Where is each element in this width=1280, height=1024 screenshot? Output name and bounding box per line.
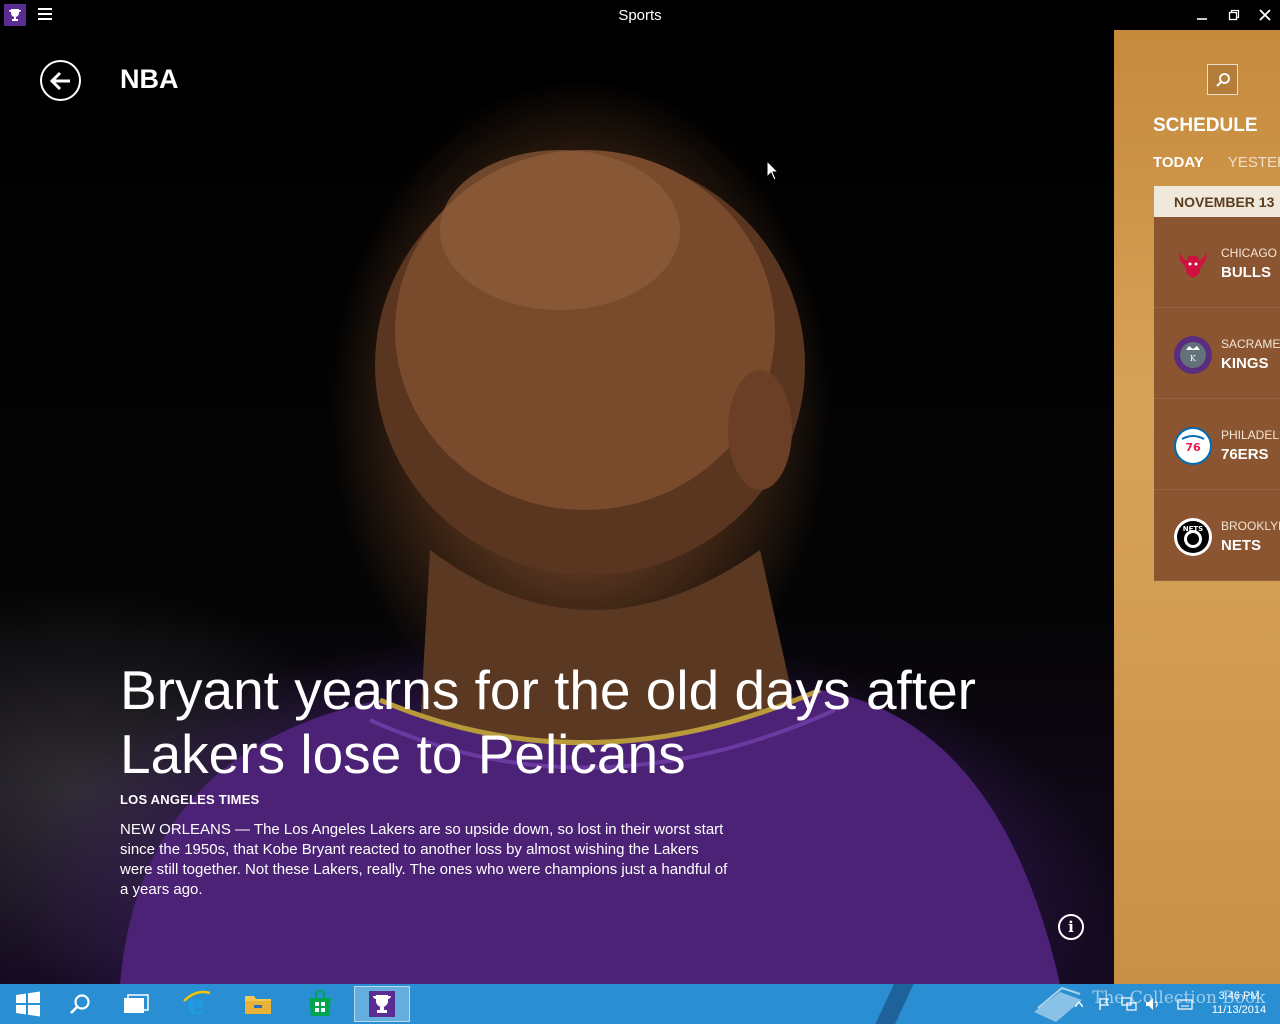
mouse-cursor-icon [766, 160, 780, 181]
kings-logo-icon: K [1174, 336, 1212, 374]
schedule-title: SCHEDULE [1153, 115, 1258, 136]
title-bar: Sports [0, 0, 1280, 30]
article-summary: NEW ORLEANS — The Los Angeles Lakers are… [120, 821, 728, 898]
arrow-left-icon [49, 71, 70, 90]
sports-app-icon [369, 991, 395, 1017]
book-icon [1034, 986, 1082, 1022]
hero-article[interactable]: NBA Bryant yearns for the old days after… [0, 30, 1114, 984]
task-view-button[interactable] [108, 986, 164, 1022]
sports-app-button[interactable] [354, 986, 410, 1022]
start-icon [16, 991, 40, 1017]
clock-time: 3:46 PM [1218, 990, 1260, 1002]
minimize-button[interactable] [1186, 0, 1218, 30]
76ers-logo-icon: 76 [1174, 427, 1212, 465]
hamburger-menu-icon[interactable] [38, 8, 52, 22]
search-icon [70, 994, 90, 1014]
schedule-tabs: TODAY YESTERDAY [1153, 154, 1280, 171]
games-list: CHICAGO BULLS K SACRAMENTO KINGS 76 PHIL… [1154, 217, 1280, 581]
section-title: NBA [120, 64, 179, 94]
tab-today[interactable]: TODAY [1153, 154, 1204, 171]
game-card[interactable]: K SACRAMENTO KINGS [1154, 308, 1280, 399]
svg-text:76: 76 [1185, 441, 1201, 454]
internet-explorer-button[interactable]: e [168, 986, 224, 1022]
system-clock[interactable]: 3:46 PM 11/13/2014 [1204, 989, 1274, 1017]
start-button[interactable] [0, 986, 56, 1022]
search-icon [1215, 72, 1230, 87]
game-card[interactable]: NETS BROOKLYN NETS [1154, 490, 1280, 581]
team-name: KINGS [1221, 355, 1269, 372]
task-view-icon [124, 994, 149, 1013]
bulls-logo-icon [1174, 245, 1212, 283]
nets-logo-icon: NETS [1174, 518, 1212, 556]
game-card[interactable]: CHICAGO BULLS [1154, 217, 1280, 308]
store-icon [309, 990, 331, 1016]
trophy-icon [4, 4, 26, 26]
internet-explorer-icon: e [183, 989, 211, 1019]
team-city: BROOKLYN [1221, 519, 1280, 533]
window-title: Sports [618, 7, 662, 24]
taskbar: e The Collection Book 3:46 PM 11/13/2014 [0, 984, 1280, 1024]
team-name: BULLS [1221, 264, 1271, 281]
file-explorer-button[interactable] [230, 986, 286, 1022]
back-button[interactable] [40, 60, 81, 101]
svg-text:NETS: NETS [1183, 525, 1203, 533]
search-taskbar-button[interactable] [52, 986, 108, 1022]
team-name: NETS [1221, 537, 1262, 554]
game-card[interactable]: 76 PHILADELPHIA 76ERS [1154, 399, 1280, 490]
close-button[interactable] [1249, 0, 1280, 30]
article-source: LOS ANGELES TIMES [120, 792, 260, 807]
team-city: CHICAGO [1221, 246, 1278, 260]
restore-button[interactable] [1218, 0, 1250, 30]
team-name: 76ERS [1221, 446, 1269, 463]
team-city: SACRAMENTO [1221, 337, 1280, 351]
clock-date: 11/13/2014 [1211, 1004, 1267, 1016]
store-button[interactable] [292, 986, 348, 1022]
schedule-panel: SCHEDULE TODAY YESTERDAY NOVEMBER 13 CHIC… [1114, 30, 1280, 984]
tab-yesterday[interactable]: YESTERDAY [1228, 154, 1280, 171]
schedule-date-header: NOVEMBER 13 [1154, 186, 1280, 217]
taskbar-decoration [870, 984, 930, 1024]
search-button[interactable] [1207, 64, 1238, 95]
team-city: PHILADELPHIA [1221, 428, 1280, 442]
svg-text:K: K [1190, 354, 1197, 363]
file-explorer-icon [245, 996, 271, 1014]
article-headline[interactable]: Bryant yearns for the old days after Lak… [120, 658, 1020, 786]
info-icon[interactable]: i [1058, 914, 1084, 940]
